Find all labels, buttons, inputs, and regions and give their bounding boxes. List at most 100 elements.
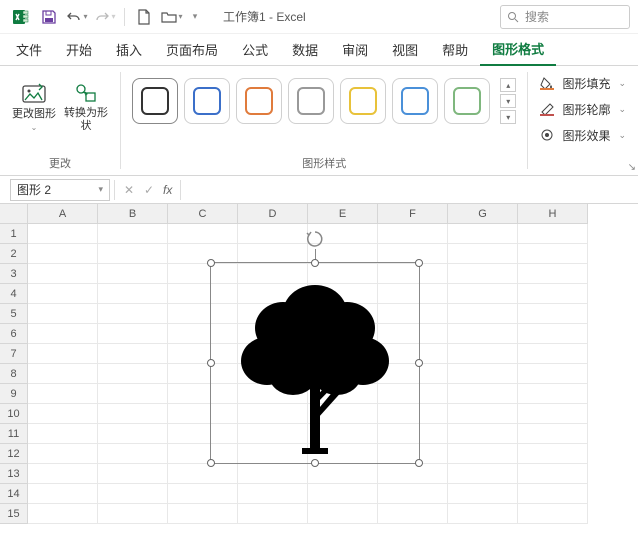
cell[interactable]: [448, 444, 518, 464]
shape-style-gallery[interactable]: ▴ ▾ ▾: [128, 72, 520, 130]
cell[interactable]: [378, 464, 448, 484]
cell[interactable]: [238, 244, 308, 264]
cell[interactable]: [518, 464, 588, 484]
cell[interactable]: [518, 284, 588, 304]
cell[interactable]: [518, 264, 588, 284]
cell[interactable]: [28, 444, 98, 464]
style-swatch-4[interactable]: [340, 78, 386, 124]
style-swatch-6[interactable]: [444, 78, 490, 124]
resize-handle-1[interactable]: [311, 259, 319, 267]
style-swatch-5[interactable]: [392, 78, 438, 124]
cell[interactable]: [98, 344, 168, 364]
row-header-10[interactable]: 10: [0, 404, 28, 424]
cell[interactable]: [28, 384, 98, 404]
enter-formula-button[interactable]: ✓: [139, 180, 159, 200]
change-graphic-button[interactable]: 更改图形⌄: [10, 72, 58, 142]
shape-fill-button[interactable]: 图形填充 ⌄: [536, 72, 630, 94]
cell[interactable]: [98, 284, 168, 304]
cell[interactable]: [28, 284, 98, 304]
cell[interactable]: [378, 244, 448, 264]
row-header-12[interactable]: 12: [0, 444, 28, 464]
cell[interactable]: [448, 504, 518, 524]
col-header-C[interactable]: C: [168, 204, 238, 224]
dialog-launcher[interactable]: ↘: [628, 162, 636, 173]
tab-图形格式[interactable]: 图形格式: [480, 33, 556, 66]
cell[interactable]: [98, 304, 168, 324]
cell[interactable]: [378, 504, 448, 524]
resize-handle-3[interactable]: [207, 359, 215, 367]
new-file-button[interactable]: [131, 4, 157, 30]
gallery-scroll-0[interactable]: ▴: [500, 78, 516, 92]
undo-button[interactable]: ▾: [64, 4, 90, 30]
cell[interactable]: [518, 324, 588, 344]
resize-handle-0[interactable]: [207, 259, 215, 267]
formula-bar[interactable]: [185, 179, 638, 201]
cell[interactable]: [98, 264, 168, 284]
save-button[interactable]: [36, 4, 62, 30]
cell[interactable]: [238, 464, 308, 484]
row-header-7[interactable]: 7: [0, 344, 28, 364]
row-header-11[interactable]: 11: [0, 424, 28, 444]
gallery-scroll-2[interactable]: ▾: [500, 110, 516, 124]
tab-帮助[interactable]: 帮助: [430, 34, 480, 65]
cell[interactable]: [28, 264, 98, 284]
cell[interactable]: [518, 384, 588, 404]
cell[interactable]: [448, 404, 518, 424]
row-header-5[interactable]: 5: [0, 304, 28, 324]
col-header-G[interactable]: G: [448, 204, 518, 224]
cell[interactable]: [308, 484, 378, 504]
cell[interactable]: [98, 444, 168, 464]
row-header-2[interactable]: 2: [0, 244, 28, 264]
row-header-13[interactable]: 13: [0, 464, 28, 484]
open-file-button[interactable]: ▾: [159, 4, 185, 30]
cell[interactable]: [98, 504, 168, 524]
cell[interactable]: [238, 484, 308, 504]
cell[interactable]: [518, 504, 588, 524]
cell[interactable]: [448, 364, 518, 384]
cell[interactable]: [308, 504, 378, 524]
row-header-8[interactable]: 8: [0, 364, 28, 384]
cell[interactable]: [168, 244, 238, 264]
col-header-A[interactable]: A: [28, 204, 98, 224]
tab-插入[interactable]: 插入: [104, 34, 154, 65]
select-all-corner[interactable]: [0, 204, 28, 224]
cell[interactable]: [98, 464, 168, 484]
cell[interactable]: [518, 304, 588, 324]
tab-数据[interactable]: 数据: [280, 34, 330, 65]
cell[interactable]: [448, 424, 518, 444]
cell[interactable]: [28, 324, 98, 344]
row-header-15[interactable]: 15: [0, 504, 28, 524]
col-header-D[interactable]: D: [238, 204, 308, 224]
style-swatch-1[interactable]: [184, 78, 230, 124]
cell[interactable]: [28, 484, 98, 504]
row-header-3[interactable]: 3: [0, 264, 28, 284]
tab-审阅[interactable]: 审阅: [330, 34, 380, 65]
resize-handle-6[interactable]: [311, 459, 319, 467]
cancel-formula-button[interactable]: ✕: [119, 180, 139, 200]
cell[interactable]: [448, 464, 518, 484]
cell[interactable]: [28, 424, 98, 444]
cell[interactable]: [28, 464, 98, 484]
cell[interactable]: [168, 504, 238, 524]
search-input[interactable]: 搜索: [500, 5, 630, 29]
cell[interactable]: [378, 484, 448, 504]
cell[interactable]: [448, 324, 518, 344]
cell[interactable]: [98, 364, 168, 384]
selected-shape[interactable]: [210, 262, 420, 464]
cell[interactable]: [98, 404, 168, 424]
cell[interactable]: [518, 444, 588, 464]
cell[interactable]: [518, 344, 588, 364]
cell[interactable]: [448, 484, 518, 504]
cell[interactable]: [168, 224, 238, 244]
cell[interactable]: [448, 384, 518, 404]
cell[interactable]: [518, 424, 588, 444]
convert-to-shape-button[interactable]: 转换为形状: [62, 72, 110, 142]
col-header-B[interactable]: B: [98, 204, 168, 224]
cell[interactable]: [168, 464, 238, 484]
cell[interactable]: [28, 504, 98, 524]
cell[interactable]: [448, 244, 518, 264]
cell[interactable]: [98, 244, 168, 264]
cell[interactable]: [518, 404, 588, 424]
gallery-scroll-1[interactable]: ▾: [500, 94, 516, 108]
cell[interactable]: [448, 224, 518, 244]
